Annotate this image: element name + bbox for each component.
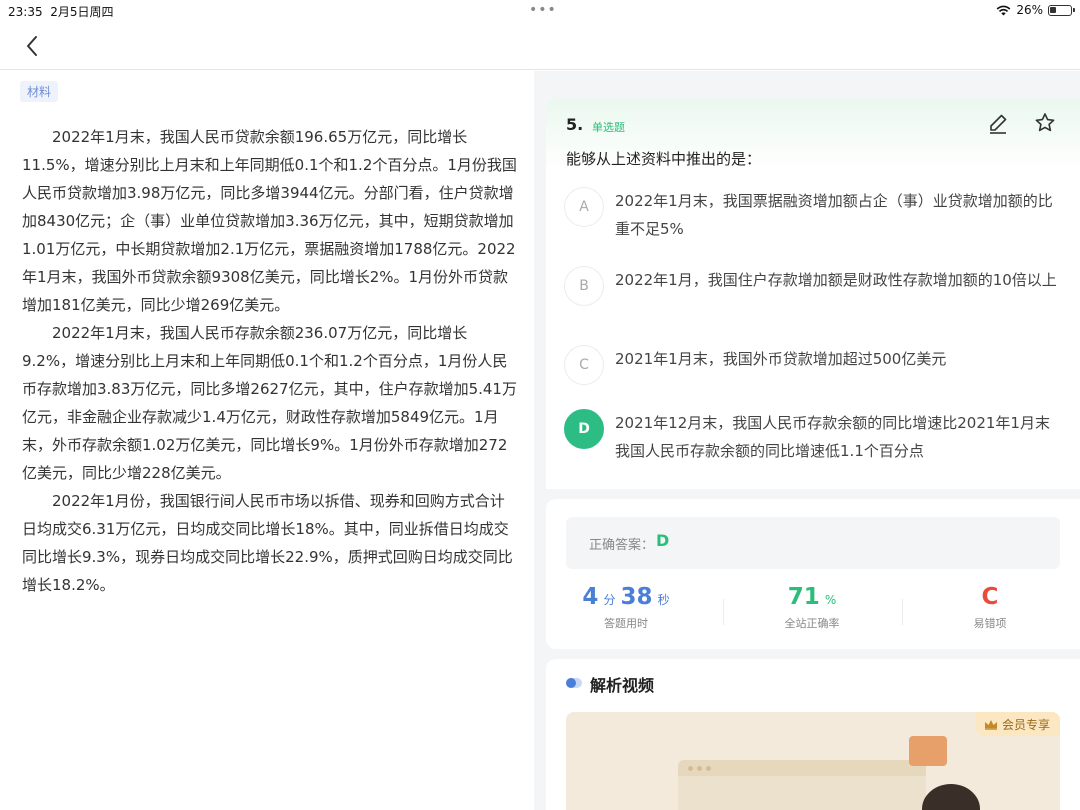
option-text: 2021年12月末，我国人民币存款余额的同比增速比2021年1月末我国人民币存款… bbox=[615, 414, 1050, 460]
battery-percent: 26% bbox=[1016, 3, 1043, 17]
time-min-unit: 分 bbox=[603, 593, 616, 607]
thumb-dot bbox=[688, 766, 693, 771]
time-label: 答题用时 bbox=[604, 617, 648, 630]
thumb-dot bbox=[697, 766, 702, 771]
question-stem: 能够从上述资料中推出的是： bbox=[566, 150, 762, 168]
material-paragraph: 2022年1月份，我国银行间人民币市场以拆借、现券和回购方式合计日均成交6.31… bbox=[22, 492, 513, 594]
video-title: 解析视频 bbox=[590, 676, 655, 695]
wifi-icon bbox=[996, 5, 1011, 15]
person-illustration bbox=[922, 784, 980, 810]
crown-icon bbox=[984, 719, 997, 730]
accuracy-label: 全站正确率 bbox=[784, 617, 840, 630]
thumb-window-bar bbox=[678, 760, 926, 776]
question-number: 5. bbox=[566, 115, 584, 134]
option-c[interactable]: C 2021年1月末，我国外币贷款增加超过500亿美元 bbox=[564, 345, 1064, 385]
vip-badge: 会员专享 bbox=[975, 712, 1060, 736]
question-type-badge: 单选题 bbox=[592, 121, 625, 134]
option-b[interactable]: B 2022年1月，我国住户存款增加额是财政性存款增加额的10倍以上 bbox=[564, 266, 1064, 306]
material-tag: 材料 bbox=[20, 81, 59, 102]
star-icon[interactable] bbox=[1033, 111, 1057, 135]
chevron-left-icon bbox=[27, 36, 37, 56]
option-letter: A bbox=[564, 187, 604, 227]
material-paragraph: 2022年1月末，我国人民币存款余额236.07万亿元，同比增长9.2%，增速分… bbox=[22, 324, 517, 482]
option-text: 2022年1月末，我国票据融资增加额占企（事）业贷款增加额的比重不足5% bbox=[615, 192, 1053, 238]
correct-answer-label: 正确答案： bbox=[589, 538, 655, 553]
stat-common-wrong: C 易错项 bbox=[910, 581, 1070, 631]
stat-divider bbox=[902, 599, 903, 625]
correct-answer-box: 正确答案： D bbox=[566, 517, 1060, 569]
back-button[interactable] bbox=[18, 32, 46, 60]
battery-icon bbox=[1048, 4, 1075, 16]
option-text: 2022年1月，我国住户存款增加额是财政性存款增加额的10倍以上 bbox=[615, 271, 1057, 289]
toggle-icon bbox=[566, 678, 582, 688]
option-letter: C bbox=[564, 345, 604, 385]
question-pane[interactable]: 5. 单选题 能够从上述资料中推出的是： A 2022年1月末，我国票据融资增加… bbox=[546, 71, 1080, 810]
video-thumbnail[interactable]: 会员专享 bbox=[566, 712, 1060, 810]
nav-bar bbox=[0, 22, 1080, 70]
edit-icon[interactable] bbox=[986, 111, 1010, 135]
option-letter: B bbox=[564, 266, 604, 306]
stat-answer-time: 4 分 38 秒 答题用时 bbox=[546, 581, 706, 631]
video-card: 解析视频 会员专享 bbox=[546, 659, 1080, 810]
material-pane[interactable]: 材料 2022年1月末，我国人民币贷款余额196.65万亿元，同比增长11.5%… bbox=[0, 71, 534, 810]
chart-icon bbox=[909, 736, 947, 766]
option-letter: D bbox=[564, 409, 604, 449]
multitask-dots-icon[interactable]: ••• bbox=[529, 2, 557, 18]
option-a[interactable]: A 2022年1月末，我国票据融资增加额占企（事）业贷款增加额的比重不足5% bbox=[564, 187, 1064, 243]
status-time-value: 23:35 bbox=[8, 5, 43, 19]
time-sec-unit: 秒 bbox=[657, 593, 670, 607]
status-bar: 23:35 2月5日周四 ••• 26% bbox=[0, 0, 1080, 22]
status-right: 26% bbox=[996, 3, 1075, 17]
common-wrong-label: 易错项 bbox=[973, 617, 1007, 630]
vip-badge-label: 会员专享 bbox=[1001, 717, 1050, 732]
option-d[interactable]: D 2021年12月末，我国人民币存款余额的同比增速比2021年1月末我国人民币… bbox=[564, 409, 1064, 465]
stat-accuracy: 71 % 全站正确率 bbox=[732, 581, 892, 631]
time-seconds: 38 bbox=[620, 584, 653, 610]
material-text: 2022年1月末，我国人民币贷款余额196.65万亿元，同比增长11.5%，增速… bbox=[22, 123, 518, 599]
pane-divider[interactable] bbox=[534, 71, 546, 810]
stat-divider bbox=[723, 599, 724, 625]
material-paragraph: 2022年1月末，我国人民币贷款余额196.65万亿元，同比增长11.5%，增速… bbox=[22, 128, 517, 314]
common-wrong-value: C bbox=[981, 584, 999, 610]
status-time: 23:35 2月5日周四 bbox=[8, 3, 114, 20]
status-date: 2月5日周四 bbox=[50, 5, 114, 19]
thumb-dot bbox=[706, 766, 711, 771]
question-card: 5. 单选题 能够从上述资料中推出的是： A 2022年1月末，我国票据融资增加… bbox=[546, 99, 1080, 489]
correct-answer-value: D bbox=[656, 531, 670, 550]
time-minutes: 4 bbox=[582, 584, 599, 610]
accuracy-value: 71 bbox=[787, 584, 820, 610]
option-text: 2021年1月末，我国外币贷款增加超过500亿美元 bbox=[615, 350, 947, 368]
answer-card: 正确答案： D 4 分 38 秒 答题用时 71 % 全站正确率 C 易错项 bbox=[546, 499, 1080, 649]
accuracy-unit: % bbox=[824, 593, 837, 607]
